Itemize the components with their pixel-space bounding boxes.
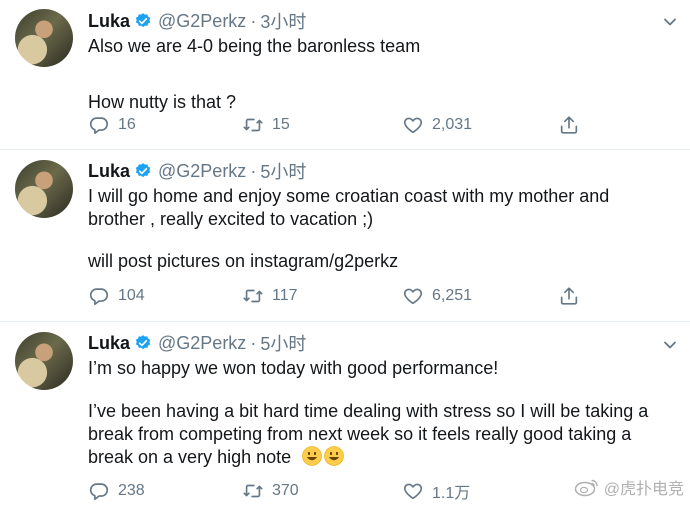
tweet-header: Luka @G2Perkz · 3小时 <box>88 9 306 33</box>
tweet-actions: 238 370 1.1万 <box>88 479 588 503</box>
separator-dot: · <box>250 160 257 181</box>
reply-button[interactable]: 16 <box>88 113 136 137</box>
retweet-count: 117 <box>272 287 298 304</box>
tweet-line-text: break on a very high note <box>88 447 292 467</box>
timestamp[interactable]: 5小时 <box>260 330 306 356</box>
verified-badge-icon <box>135 13 151 28</box>
tweet-line: brother , really excited to vacation ;) <box>88 209 374 229</box>
retweet-count: 15 <box>272 116 290 133</box>
tweet-line: I will go home and enjoy some croatian c… <box>88 186 610 206</box>
tweet-header: Luka @G2Perkz · 5小时 <box>88 331 306 355</box>
tweet-line: How nutty is that ? <box>88 92 237 112</box>
reply-icon <box>89 483 109 501</box>
like-count: 1.1万 <box>432 485 471 502</box>
reply-icon <box>89 288 109 306</box>
watermark-text: @虎扑电竞 <box>603 481 684 498</box>
share-icon <box>560 287 578 305</box>
avatar[interactable] <box>15 160 73 218</box>
like-count: 6,251 <box>432 287 473 304</box>
reply-button[interactable]: 238 <box>88 479 145 503</box>
user-name[interactable]: Luka <box>88 333 130 354</box>
chevron-down-icon[interactable] <box>662 14 678 30</box>
tweet-line-last: break on a very high note <box>88 446 680 469</box>
tweet-line: I’ve been having a bit hard time dealing… <box>88 401 649 421</box>
avatar[interactable] <box>15 332 73 390</box>
chevron-down-icon[interactable] <box>662 337 678 353</box>
like-button[interactable]: 6,251 <box>402 284 472 308</box>
avatar[interactable] <box>15 9 73 67</box>
verified-badge-icon <box>135 163 151 178</box>
tweet-actions: 16 15 2,031 <box>88 113 588 137</box>
tweet-text: Also we are 4-0 being the baronless team… <box>88 35 680 114</box>
user-name[interactable]: Luka <box>88 11 130 32</box>
tweet-line: Also we are 4-0 being the baronless team <box>88 36 421 56</box>
verified-badge-icon <box>135 335 151 350</box>
retweet-button[interactable]: 15 <box>242 113 290 137</box>
tweet-line: will post pictures on instagram/g2perkz <box>88 251 399 271</box>
weibo-watermark: @虎扑电竞 <box>574 475 684 499</box>
timestamp[interactable]: 3小时 <box>260 8 306 34</box>
reply-button[interactable]: 104 <box>88 284 145 308</box>
smiley-emoji-icon <box>324 446 344 466</box>
tweet-text: I will go home and enjoy some croatian c… <box>88 185 680 273</box>
share-button[interactable] <box>558 113 588 137</box>
retweet-icon <box>243 484 263 498</box>
reply-icon <box>89 117 109 135</box>
separator-dot: · <box>250 10 257 31</box>
retweet-button[interactable]: 370 <box>242 479 299 503</box>
reply-count: 16 <box>118 116 136 133</box>
like-icon <box>403 288 423 305</box>
weibo-logo-icon <box>574 479 598 497</box>
separator-dot: · <box>250 332 257 353</box>
reply-count: 238 <box>118 482 145 499</box>
like-icon <box>403 483 423 500</box>
user-handle[interactable]: @G2Perkz <box>158 161 246 182</box>
tweet-actions: 104 117 6,251 <box>88 284 588 308</box>
tweet-1[interactable]: Luka @G2Perkz · 3小时 Also we are 4-0 bein… <box>0 0 690 150</box>
share-icon <box>560 116 578 134</box>
tweet-line: I’m so happy we won today with good perf… <box>88 358 499 378</box>
like-button[interactable]: 2,031 <box>402 113 472 137</box>
retweet-button[interactable]: 117 <box>242 284 298 308</box>
retweet-icon <box>243 118 263 132</box>
user-name[interactable]: Luka <box>88 161 130 182</box>
tweet-line: break from competing from next week so i… <box>88 424 632 444</box>
retweet-count: 370 <box>272 482 299 499</box>
tweet-2[interactable]: Luka @G2Perkz · 5小时 I will go home and e… <box>0 150 690 322</box>
like-icon <box>403 117 423 134</box>
reply-count: 104 <box>118 287 145 304</box>
smiley-emoji-icon <box>302 446 322 466</box>
timestamp[interactable]: 5小时 <box>260 158 306 184</box>
user-handle[interactable]: @G2Perkz <box>158 333 246 354</box>
tweet-text: I’m so happy we won today with good perf… <box>88 357 680 469</box>
share-button[interactable] <box>558 284 588 308</box>
user-handle[interactable]: @G2Perkz <box>158 11 246 32</box>
like-button[interactable]: 1.1万 <box>402 479 470 503</box>
retweet-icon <box>243 289 263 303</box>
like-count: 2,031 <box>432 116 473 133</box>
tweet-header: Luka @G2Perkz · 5小时 <box>88 159 306 183</box>
